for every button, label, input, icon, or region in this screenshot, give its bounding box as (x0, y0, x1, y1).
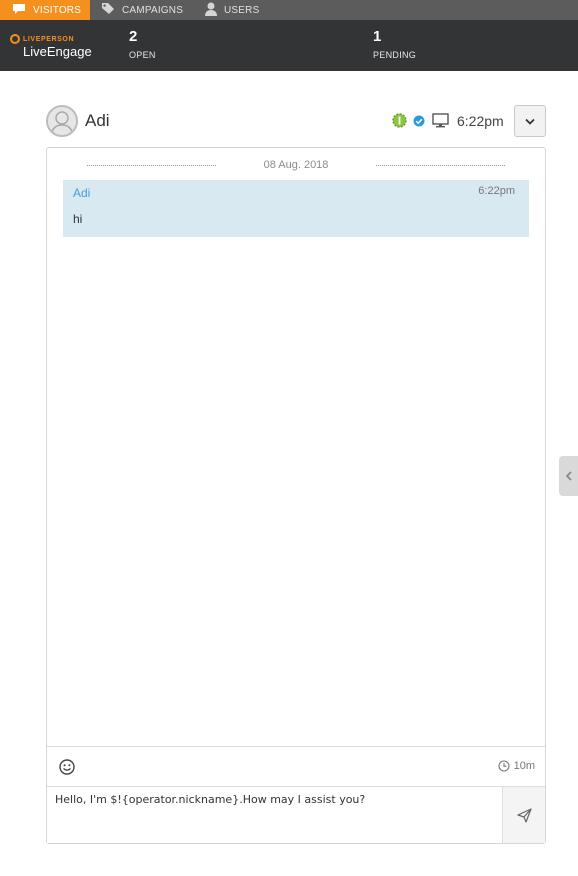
tag-icon (101, 2, 115, 18)
desktop-icon (432, 113, 449, 133)
send-button[interactable] (502, 787, 545, 843)
logo-top-text: LIVEPERSON (23, 35, 75, 43)
chat-date: 08 Aug. 2018 (263, 159, 329, 171)
divider (376, 164, 505, 166)
verified-check-icon (413, 114, 425, 132)
tab-users-label: USERS (224, 4, 260, 16)
message-composer: Hello, I'm $!{operator.nickname}.How may… (47, 786, 545, 843)
chat-bubble-icon (12, 3, 26, 18)
pending-count-stat[interactable]: 1 PENDING (373, 28, 416, 60)
message-text: hi (73, 212, 83, 226)
open-label: OPEN (129, 50, 156, 60)
clock-icon (498, 760, 510, 772)
open-count-stat[interactable]: 2 OPEN (129, 28, 156, 60)
response-timer: 10m (498, 760, 535, 772)
message-input[interactable]: Hello, I'm $!{operator.nickname}.How may… (47, 787, 502, 843)
liveperson-ring-icon (10, 34, 20, 44)
user-icon (205, 2, 217, 19)
send-icon (516, 807, 532, 823)
liveengage-logo[interactable]: LIVEPERSON LiveEngage (10, 34, 92, 59)
tab-campaigns[interactable]: CAMPAIGNS (90, 0, 192, 20)
chevron-left-icon (565, 471, 572, 481)
visitor-status-icons (392, 113, 449, 133)
message-time: 6:22pm (478, 185, 515, 197)
header-bar: LIVEPERSON LiveEngage 2 OPEN 1 PENDING (0, 20, 578, 71)
visitor-menu-button[interactable] (514, 105, 546, 137)
avatar-placeholder-icon (51, 111, 73, 135)
message-sender: Adi (73, 186, 91, 200)
divider (87, 164, 216, 166)
tab-users[interactable]: USERS (192, 0, 269, 20)
engagement-status-icon (392, 113, 407, 133)
visitor-name: Adi (85, 111, 110, 130)
open-count: 2 (129, 28, 138, 45)
pending-label: PENDING (373, 50, 417, 60)
date-separator: 08 Aug. 2018 (87, 158, 505, 172)
visitor-time: 6:22pm (457, 113, 504, 129)
smiley-icon (59, 759, 75, 775)
chat-panel: 08 Aug. 2018 Adi 6:22pm hi 10m Hello, I'… (46, 147, 546, 844)
tab-visitors-label: VISITORS (33, 4, 82, 16)
emoji-button[interactable] (59, 759, 75, 775)
avatar (46, 105, 78, 137)
chat-message: Adi 6:22pm hi (63, 180, 529, 237)
side-panel-toggle[interactable] (559, 456, 578, 496)
chevron-down-icon (525, 118, 535, 125)
tab-campaigns-label: CAMPAIGNS (122, 4, 184, 16)
pending-count: 1 (373, 28, 382, 45)
timer-value: 10m (513, 760, 535, 772)
composer-toolbar: 10m (47, 746, 545, 786)
logo-bottom-text: LiveEngage (23, 44, 92, 59)
tab-visitors[interactable]: VISITORS (0, 0, 90, 20)
top-nav: VISITORS CAMPAIGNS USERS (0, 0, 578, 20)
